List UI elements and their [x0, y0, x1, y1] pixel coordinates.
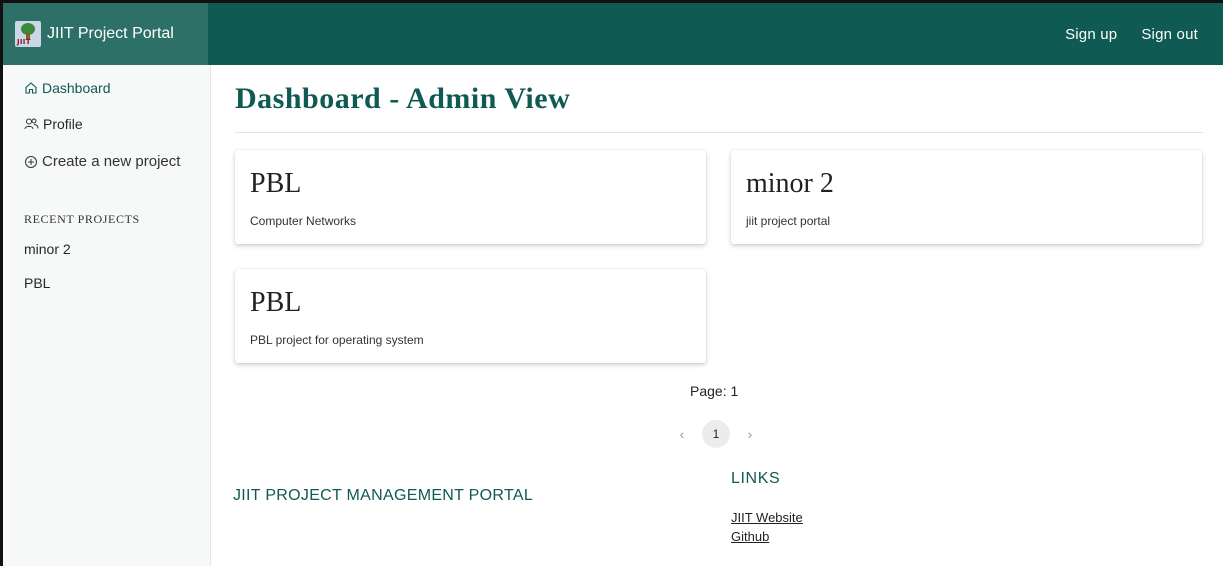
- top-links: Sign up Sign out: [1065, 26, 1223, 43]
- sidebar-item-create-project[interactable]: Create a new project: [24, 153, 180, 170]
- footer-title: JIIT PROJECT MANAGEMENT PORTAL: [233, 487, 534, 504]
- sidebar-item-label: Profile: [43, 116, 83, 132]
- sidebar-item-dashboard[interactable]: Dashboard: [24, 80, 111, 96]
- home-icon: [25, 82, 37, 94]
- project-card[interactable]: PBL Computer Networks: [235, 150, 706, 244]
- recent-project-pbl[interactable]: PBL: [24, 275, 50, 291]
- users-icon: [24, 118, 39, 130]
- logo-text: JIIT: [17, 38, 31, 46]
- prev-page-button[interactable]: ‹: [672, 426, 692, 442]
- brand[interactable]: JIIT JIIT Project Portal: [3, 3, 208, 65]
- title-divider: [235, 132, 1203, 133]
- sidebar-item-profile[interactable]: Profile: [24, 116, 83, 132]
- page-number-button[interactable]: 1: [702, 420, 730, 448]
- project-card[interactable]: PBL PBL project for operating system: [235, 269, 706, 363]
- page-title: Dashboard - Admin View: [235, 82, 571, 115]
- github-link[interactable]: Github: [731, 529, 769, 544]
- project-title: PBL: [250, 168, 302, 199]
- footer-links-heading: LINKS: [731, 470, 781, 487]
- sign-up-link[interactable]: Sign up: [1065, 26, 1117, 43]
- brand-title: JIIT Project Portal: [47, 25, 174, 42]
- page-label: Page: 1: [690, 383, 739, 399]
- sidebar-item-label: Create a new project: [42, 153, 181, 170]
- recent-projects-heading: RECENT PROJECTS: [24, 212, 140, 226]
- project-title: PBL: [250, 287, 302, 318]
- jiit-logo-icon: JIIT: [15, 21, 41, 47]
- project-description: Computer Networks: [250, 214, 357, 228]
- jiit-website-link[interactable]: JIIT Website: [731, 510, 803, 525]
- next-page-button[interactable]: ›: [740, 426, 760, 442]
- recent-project-minor-2[interactable]: minor 2: [24, 241, 71, 257]
- pagination: ‹ 1 ›: [672, 420, 760, 448]
- project-description: jiit project portal: [746, 214, 831, 228]
- sign-out-link[interactable]: Sign out: [1141, 26, 1198, 43]
- project-card[interactable]: minor 2 jiit project portal: [731, 150, 1202, 244]
- top-navbar: JIIT JIIT Project Portal Sign up Sign ou…: [3, 3, 1223, 65]
- sidebar-item-label: Dashboard: [42, 80, 111, 96]
- plus-circle-icon: [25, 155, 37, 168]
- project-description: PBL project for operating system: [250, 333, 424, 347]
- project-title: minor 2: [746, 168, 834, 199]
- sidebar: Dashboard Profile Create a new project R…: [3, 65, 211, 566]
